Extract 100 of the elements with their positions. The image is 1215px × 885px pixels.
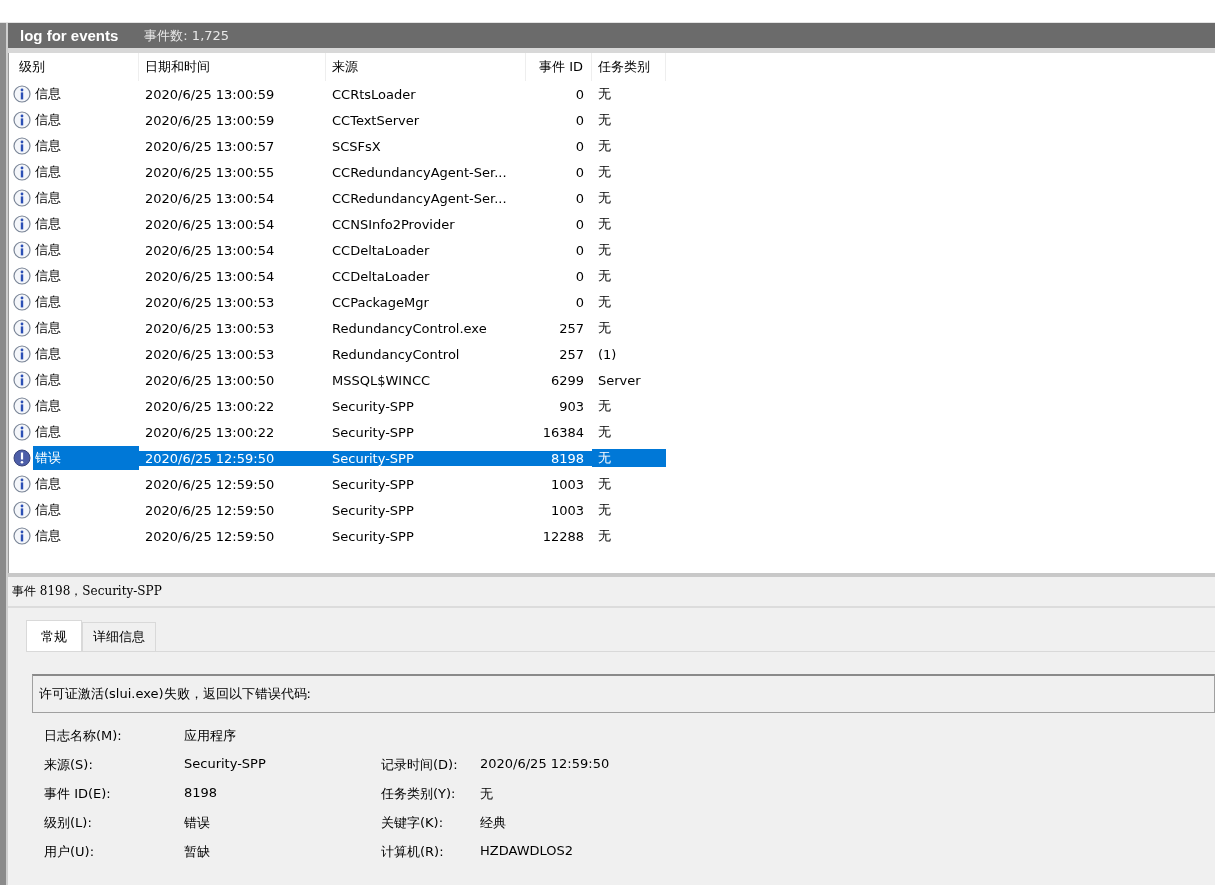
datetime-cell[interactable]: 2020/6/25 13:00:53 [139, 320, 326, 336]
event-id-cell[interactable]: 257 [526, 320, 592, 336]
source-cell[interactable]: CCTextServer [326, 112, 526, 128]
task-category-cell[interactable]: 无 [592, 241, 666, 259]
task-category-cell[interactable]: 无 [592, 215, 666, 233]
datetime-cell[interactable]: 2020/6/25 13:00:55 [139, 164, 326, 180]
field-label: 记录时间(D): [381, 756, 459, 774]
level-cell[interactable]: 信息 [33, 264, 139, 288]
level-cell[interactable]: 信息 [33, 368, 139, 392]
source-cell[interactable]: Security-SPP [326, 398, 526, 414]
event-id-cell[interactable]: 0 [526, 164, 592, 180]
tab[interactable]: 常规 [26, 620, 82, 651]
level-cell[interactable]: 信息 [33, 238, 139, 262]
event-id-cell[interactable]: 0 [526, 216, 592, 232]
datetime-cell[interactable]: 2020/6/25 13:00:54 [139, 242, 326, 258]
datetime-cell[interactable]: 2020/6/25 13:00:54 [139, 268, 326, 284]
datetime-cell[interactable]: 2020/6/25 12:59:50 [139, 502, 326, 518]
level-cell[interactable]: 信息 [33, 108, 139, 132]
source-cell[interactable]: CCRtsLoader [326, 86, 526, 102]
level-cell[interactable]: 信息 [33, 394, 139, 418]
source-cell[interactable]: CCDeltaLoader [326, 242, 526, 258]
source-cell[interactable]: CCPackageMgr [326, 294, 526, 310]
level-cell[interactable]: 信息 [33, 290, 139, 314]
event-id-cell[interactable]: 0 [526, 294, 592, 310]
event-id-cell[interactable]: 0 [526, 268, 592, 284]
task-category-cell[interactable]: 无 [592, 319, 666, 337]
task-category-cell[interactable]: 无 [592, 449, 666, 467]
source-cell[interactable]: CCRedundancyAgent-Ser... [326, 190, 526, 206]
datetime-cell[interactable]: 2020/6/25 13:00:54 [139, 216, 326, 232]
column-header[interactable]: 级别 [13, 53, 139, 81]
level-cell[interactable]: 信息 [33, 82, 139, 106]
event-id-cell[interactable]: 16384 [526, 424, 592, 440]
datetime-cell[interactable]: 2020/6/25 13:00:59 [139, 112, 326, 128]
level-cell[interactable]: 信息 [33, 524, 139, 548]
level-cell[interactable]: 信息 [33, 134, 139, 158]
source-cell[interactable]: CCDeltaLoader [326, 268, 526, 284]
datetime-cell[interactable]: 2020/6/25 13:00:59 [139, 86, 326, 102]
error-icon [13, 449, 31, 467]
datetime-cell[interactable]: 2020/6/25 13:00:53 [139, 346, 326, 362]
datetime-cell[interactable]: 2020/6/25 13:00:53 [139, 294, 326, 310]
task-category-cell[interactable]: 无 [592, 189, 666, 207]
level-cell[interactable]: 信息 [33, 420, 139, 444]
datetime-cell[interactable]: 2020/6/25 13:00:57 [139, 138, 326, 154]
level-cell[interactable]: 信息 [33, 498, 139, 522]
task-category-cell[interactable]: 无 [592, 475, 666, 493]
datetime-cell[interactable]: 2020/6/25 12:59:50 [139, 528, 326, 544]
event-id-cell[interactable]: 903 [526, 398, 592, 414]
source-cell[interactable]: RedundancyControl.exe [326, 320, 526, 336]
datetime-cell[interactable]: 2020/6/25 13:00:54 [139, 190, 326, 206]
task-category-cell[interactable]: 无 [592, 163, 666, 181]
source-cell[interactable]: Security-SPP [326, 450, 526, 466]
level-cell[interactable]: 信息 [33, 160, 139, 184]
source-cell[interactable]: Security-SPP [326, 502, 526, 518]
level-cell[interactable]: 信息 [33, 212, 139, 236]
task-category-cell[interactable]: 无 [592, 137, 666, 155]
event-id-cell[interactable]: 0 [526, 242, 592, 258]
task-category-cell[interactable]: 无 [592, 423, 666, 441]
event-id-cell[interactable]: 8198 [526, 450, 592, 466]
task-category-cell[interactable]: 无 [592, 267, 666, 285]
tab[interactable]: 详细信息 [82, 622, 156, 651]
task-category-cell[interactable]: 无 [592, 527, 666, 545]
event-id-cell[interactable]: 0 [526, 138, 592, 154]
task-category-cell[interactable]: 无 [592, 501, 666, 519]
source-cell[interactable]: Security-SPP [326, 528, 526, 544]
event-id-cell[interactable]: 257 [526, 346, 592, 362]
datetime-cell[interactable]: 2020/6/25 12:59:50 [139, 450, 326, 466]
task-category-cell[interactable]: (1) [592, 346, 666, 362]
source-cell[interactable]: CCNSInfo2Provider [326, 216, 526, 232]
level-cell[interactable]: 错误 [33, 446, 139, 470]
event-id-cell[interactable]: 0 [526, 112, 592, 128]
source-cell[interactable]: RedundancyControl [326, 346, 526, 362]
datetime-cell[interactable]: 2020/6/25 13:00:22 [139, 398, 326, 414]
task-category-cell[interactable]: Server [592, 372, 666, 388]
task-category-cell[interactable]: 无 [592, 293, 666, 311]
datetime-cell[interactable]: 2020/6/25 13:00:22 [139, 424, 326, 440]
source-cell[interactable]: SCSFsX [326, 138, 526, 154]
source-cell[interactable]: Security-SPP [326, 476, 526, 492]
source-cell[interactable]: CCRedundancyAgent-Ser... [326, 164, 526, 180]
level-cell[interactable]: 信息 [33, 316, 139, 340]
event-id-cell[interactable]: 12288 [526, 528, 592, 544]
event-id-cell[interactable]: 0 [526, 190, 592, 206]
column-header[interactable]: 任务类别 [592, 53, 666, 81]
source-cell[interactable]: Security-SPP [326, 424, 526, 440]
event-id-cell[interactable]: 0 [526, 86, 592, 102]
column-header[interactable]: 来源 [326, 53, 526, 81]
task-category-cell[interactable]: 无 [592, 111, 666, 129]
column-header[interactable]: 日期和时间 [139, 53, 326, 81]
level-cell[interactable]: 信息 [33, 186, 139, 210]
event-id-cell[interactable]: 6299 [526, 372, 592, 388]
datetime-cell[interactable]: 2020/6/25 12:59:50 [139, 476, 326, 492]
source-cell[interactable]: MSSQL$WINCC [326, 372, 526, 388]
level-cell[interactable]: 信息 [33, 342, 139, 366]
event-id-cell[interactable]: 1003 [526, 476, 592, 492]
datetime-cell[interactable]: 2020/6/25 13:00:50 [139, 372, 326, 388]
event-id-cell[interactable]: 1003 [526, 502, 592, 518]
description-box[interactable]: 许可证激活(slui.exe)失败，返回以下错误代码: [32, 674, 1215, 713]
level-cell[interactable]: 信息 [33, 472, 139, 496]
column-header[interactable]: 事件 ID [526, 53, 592, 81]
task-category-cell[interactable]: 无 [592, 397, 666, 415]
task-category-cell[interactable]: 无 [592, 85, 666, 103]
